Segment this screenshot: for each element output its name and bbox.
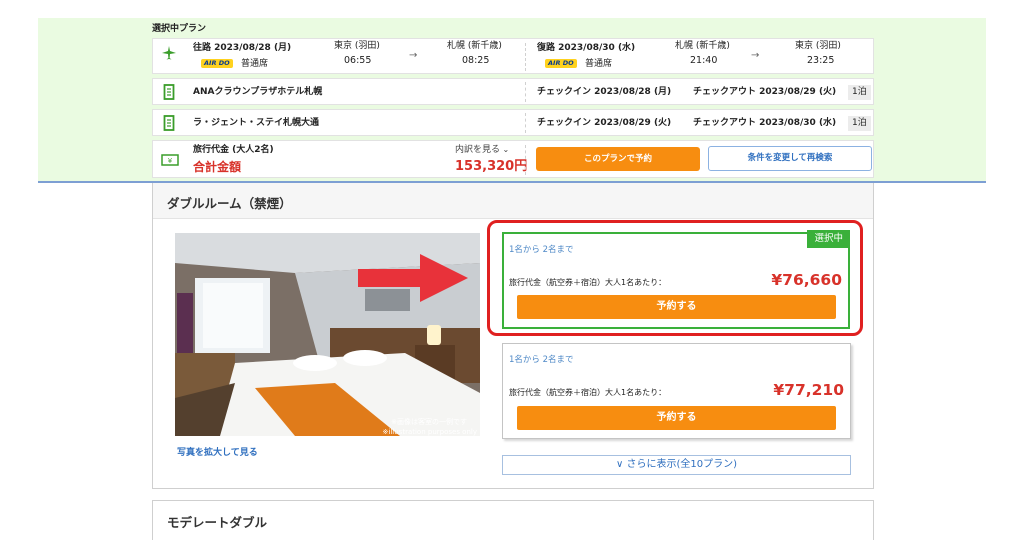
divider: [525, 82, 526, 102]
outbound-arr-time: 08:25: [462, 55, 490, 66]
outbound-from: 東京 (羽田): [334, 41, 380, 51]
plan-fare-label: 旅行代金（航空券＋宿泊）大人1名あたり：: [509, 278, 667, 287]
divider: [525, 113, 526, 133]
flight-row: 往路 2023/08/28 (月) AIR DO 普通席 東京 (羽田) 06:…: [152, 38, 874, 74]
photo-caption-en: ※illustration purposes only: [383, 428, 477, 436]
breakdown-link[interactable]: 内訳を見る ⌄: [455, 146, 509, 155]
plan-capacity: 1名から 2名まで: [509, 245, 574, 255]
hotel-checkout: チェックアウト 2023/08/30 (水): [693, 118, 837, 128]
hotel-row: ANAクラウンプラザホテル札幌 チェックイン 2023/08/28 (月) チェ…: [152, 78, 874, 105]
total-price: 153,320円: [455, 159, 528, 174]
plan-fare-label: 旅行代金（航空券＋宿泊）大人1名あたり：: [509, 388, 667, 397]
airdo-logo: AIR DO: [545, 59, 577, 69]
plan-price: ¥77,210: [773, 381, 844, 399]
next-room-title: モデレートダブル: [167, 515, 268, 530]
arrow-icon: →: [751, 50, 760, 61]
divider: [525, 43, 526, 71]
plan-price: ¥76,660: [771, 271, 842, 289]
building-icon: [163, 84, 175, 100]
reserve-plan-button[interactable]: このプランで予約: [536, 147, 700, 171]
svg-text:¥: ¥: [168, 157, 173, 165]
reserve-button[interactable]: 予約する: [517, 295, 836, 319]
airdo-logo: AIR DO: [201, 59, 233, 69]
return-from: 札幌 (新千歳): [675, 41, 730, 51]
return-seat: 普通席: [585, 59, 613, 69]
selected-plan-title: 選択中プラン: [152, 24, 207, 34]
hotel-checkin: チェックイン 2023/08/29 (火): [537, 118, 672, 128]
outbound-to: 札幌 (新千歳): [447, 41, 502, 51]
hotel-name: ANAクラウンプラザホテル札幌: [193, 87, 323, 97]
return-to: 東京 (羽田): [795, 41, 841, 51]
hotel-checkin: チェックイン 2023/08/28 (月): [537, 87, 672, 97]
red-arrow-icon: [358, 254, 468, 302]
plan-card-selected: 選択中 1名から 2名まで 旅行代金（航空券＋宿泊）大人1名あたり： ¥76,6…: [502, 230, 850, 329]
hotel-checkout: チェックアウト 2023/08/29 (火): [693, 87, 837, 97]
nights-badge: 1泊: [848, 85, 871, 100]
room-title: ダブルルーム（禁煙）: [167, 196, 292, 211]
photo-caption-ja: ※画像は客室の一例です: [391, 417, 467, 426]
outbound-dep-time: 06:55: [344, 55, 372, 66]
chevron-down-icon: ∨: [615, 459, 627, 470]
nights-badge: 1泊: [848, 116, 871, 131]
arrow-icon: →: [409, 50, 418, 61]
outbound-seat: 普通席: [241, 59, 269, 69]
divider: [525, 145, 526, 175]
show-more-label: さらに表示(全10プラン): [626, 459, 738, 470]
hotel-name: ラ・ジェント・ステイ札幌大通: [193, 118, 320, 128]
return-arr-time: 23:25: [807, 55, 835, 66]
selected-badge: 選択中: [807, 230, 850, 248]
research-button[interactable]: 条件を変更して再検索: [708, 146, 872, 171]
fare-label: 旅行代金 (大人2名): [193, 145, 274, 155]
return-dep-time: 21:40: [690, 55, 718, 66]
show-more-button[interactable]: ∨ さらに表示(全10プラン): [502, 455, 851, 475]
plan-card: 1名から 2名まで 旅行代金（航空券＋宿泊）大人1名あたり： ¥77,210 予…: [502, 343, 851, 439]
reserve-button[interactable]: 予約する: [517, 406, 836, 430]
airplane-icon: [162, 46, 176, 60]
enlarge-photo-link[interactable]: 写真を拡大して見る: [177, 445, 258, 458]
total-label: 合計金額: [193, 160, 242, 174]
outbound-label: 往路 2023/08/28 (月): [193, 43, 292, 53]
building-icon: [163, 115, 175, 131]
plan-capacity: 1名から 2名まで: [509, 355, 574, 365]
hotel-row: ラ・ジェント・ステイ札幌大通 チェックイン 2023/08/29 (火) チェッ…: [152, 109, 874, 136]
money-icon: ¥: [161, 154, 179, 166]
return-label: 復路 2023/08/30 (水): [537, 43, 636, 53]
